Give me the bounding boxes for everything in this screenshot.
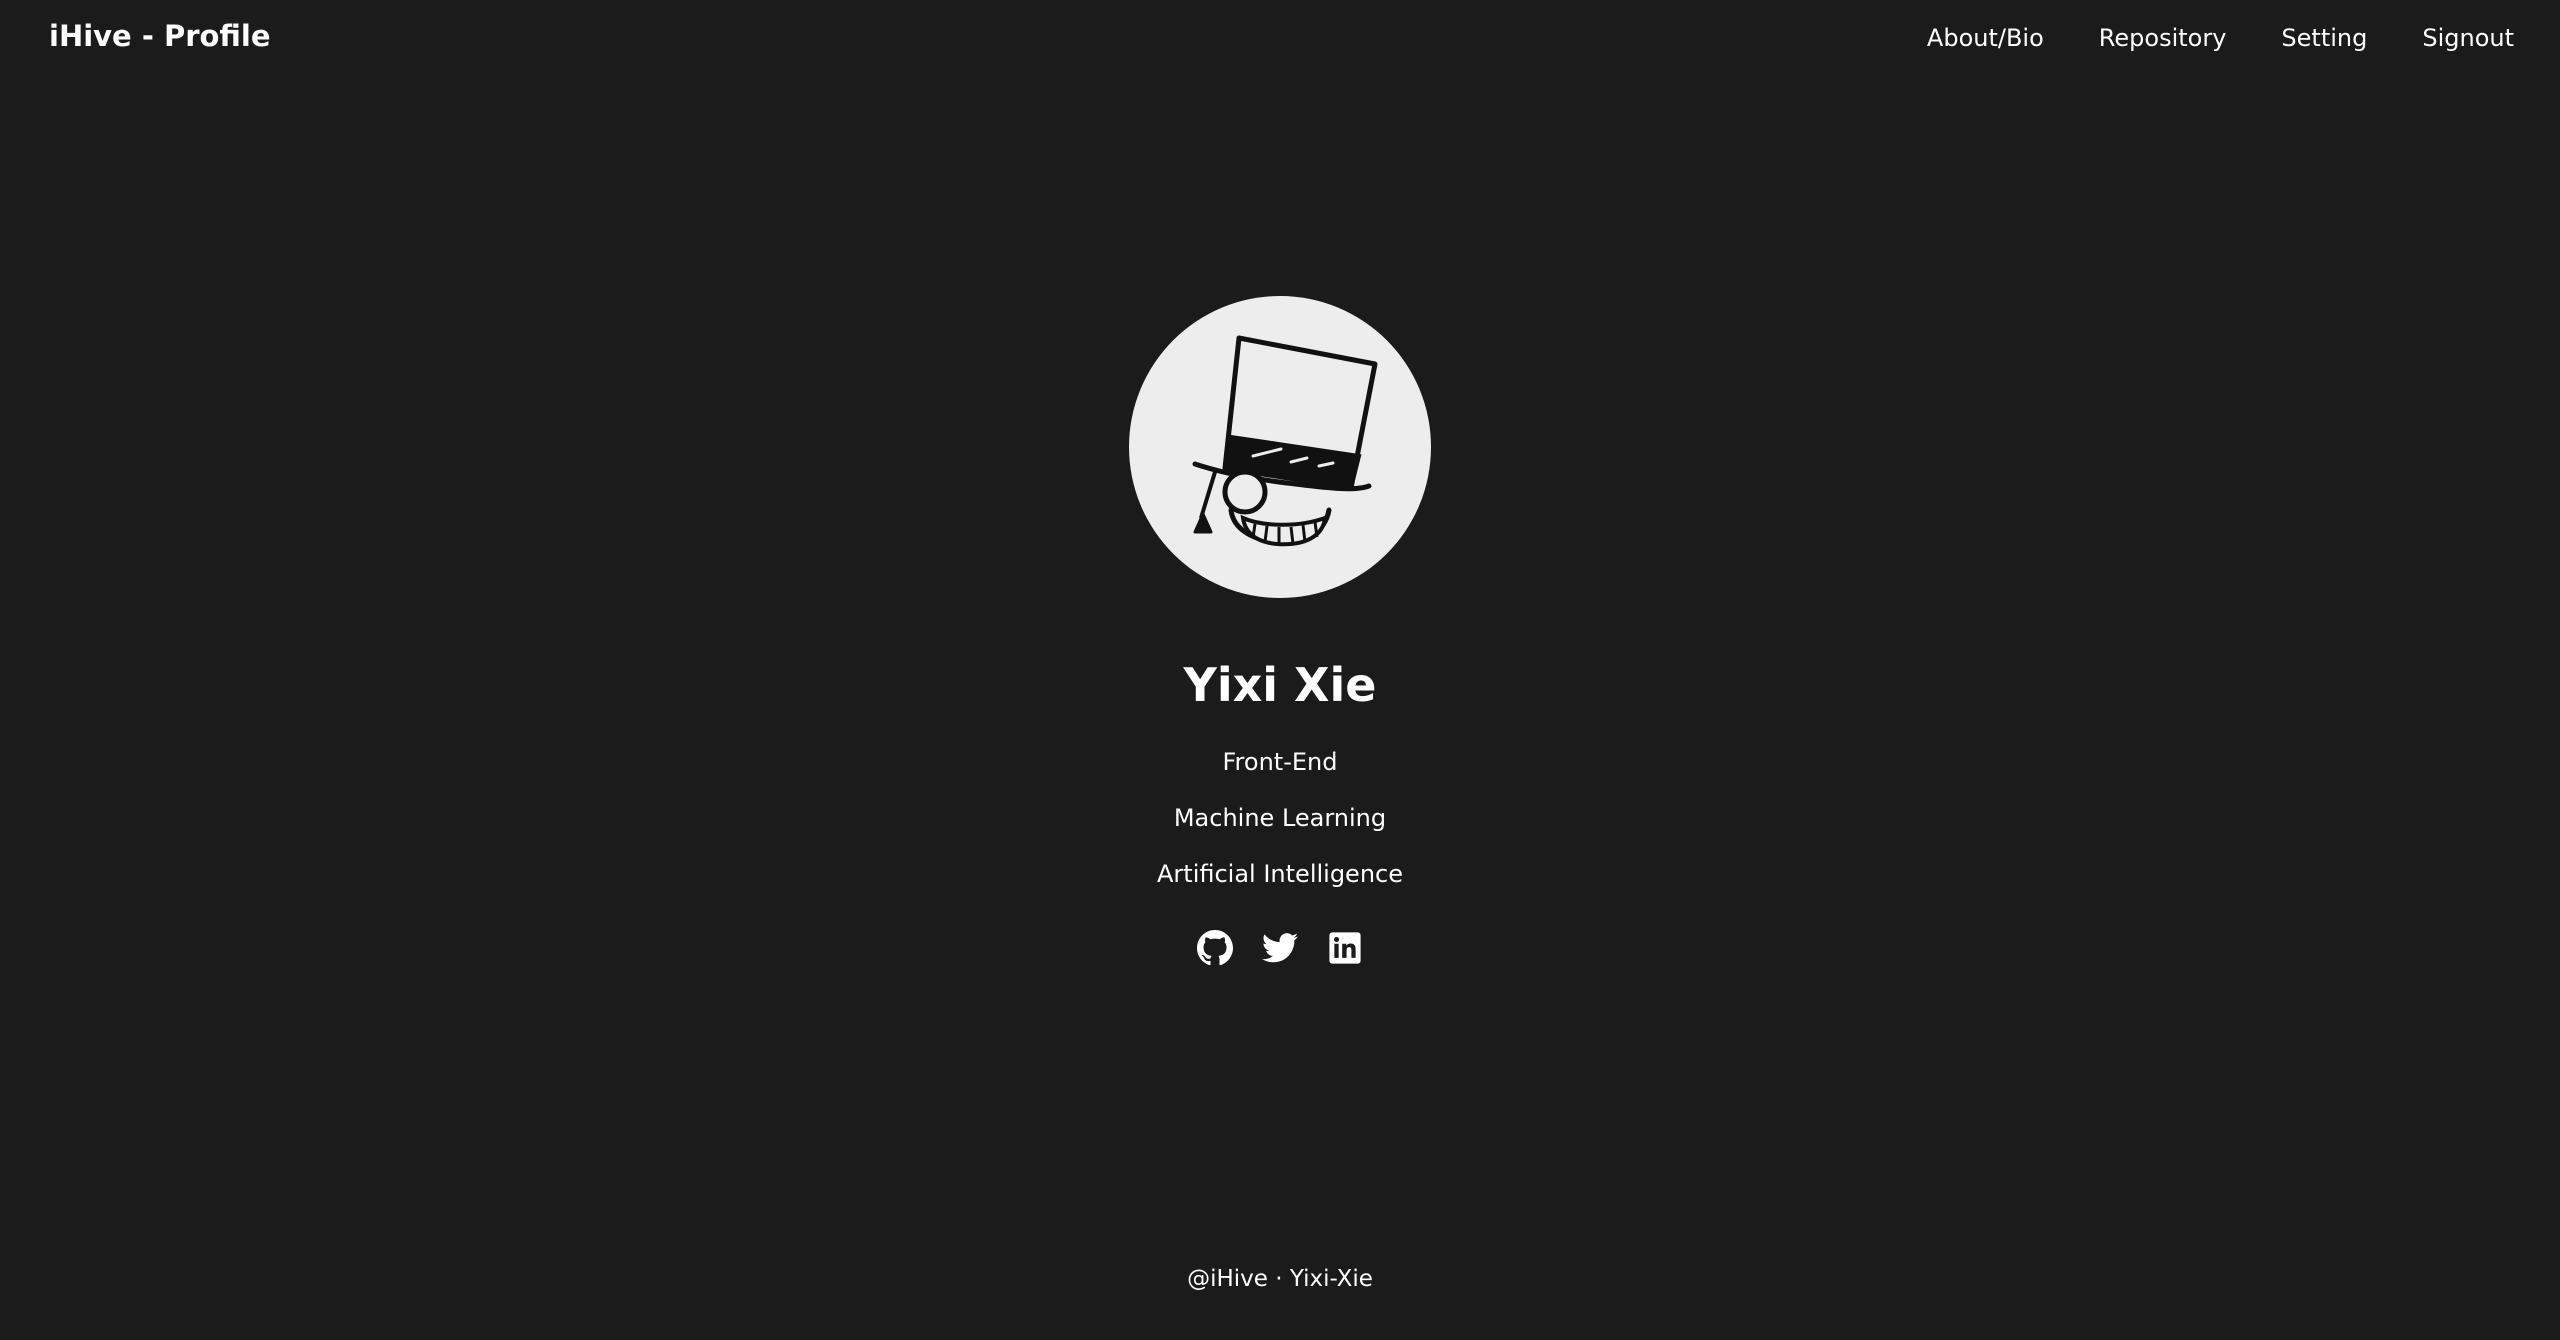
- linkedin-link[interactable]: [1327, 930, 1363, 966]
- nav-link-repository[interactable]: Repository: [2099, 24, 2227, 52]
- nav-link-about-bio[interactable]: About/Bio: [1927, 24, 2044, 52]
- nav-link-signout[interactable]: Signout: [2422, 24, 2514, 52]
- app-title[interactable]: iHive - Profile: [49, 19, 271, 53]
- avatar: [1129, 296, 1431, 598]
- nav-link-setting[interactable]: Setting: [2281, 24, 2367, 52]
- github-icon: [1197, 930, 1233, 966]
- profile-card: Yixi Xie Front-End Machine Learning Arti…: [0, 296, 2560, 966]
- twitter-link[interactable]: [1262, 930, 1298, 966]
- nav-menu: About/Bio Repository Setting Signout: [1872, 24, 2514, 52]
- top-navbar: iHive - Profile About/Bio Repository Set…: [0, 0, 2560, 82]
- top-hat-monocle-character-icon: [1192, 335, 1378, 547]
- github-link[interactable]: [1197, 930, 1233, 966]
- profile-name: Yixi Xie: [1183, 658, 1377, 712]
- profile-tags: Front-End Machine Learning Artificial In…: [1157, 748, 1403, 916]
- tag-item: Front-End: [1222, 748, 1338, 776]
- twitter-icon: [1262, 933, 1298, 963]
- social-links: [1197, 930, 1363, 966]
- linkedin-icon: [1329, 932, 1361, 964]
- footer-text: @iHive · Yixi-Xie: [1187, 1266, 1373, 1292]
- tag-item: Artificial Intelligence: [1157, 860, 1403, 888]
- tag-item: Machine Learning: [1173, 804, 1387, 832]
